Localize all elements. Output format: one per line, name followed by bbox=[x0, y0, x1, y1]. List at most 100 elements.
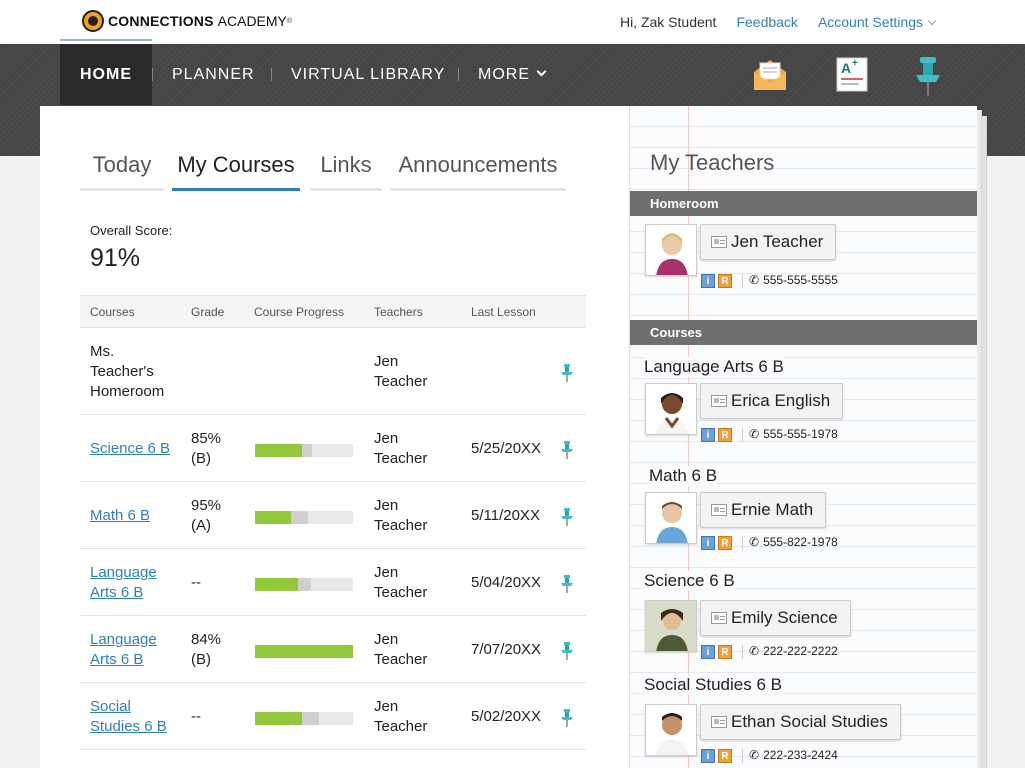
nav-more[interactable]: MORE bbox=[478, 44, 547, 105]
svg-text:A: A bbox=[841, 60, 851, 76]
course-link-line: Arts 6 B bbox=[90, 651, 144, 668]
course-link-line: Language bbox=[90, 564, 157, 581]
teacher-avatar[interactable] bbox=[645, 704, 697, 756]
progress-pending bbox=[291, 511, 308, 524]
resource-icon[interactable]: R bbox=[718, 749, 732, 763]
teacher-contact-button[interactable]: Erica English bbox=[700, 383, 844, 419]
teacher-avatar[interactable] bbox=[645, 600, 697, 652]
teacher-phone: ✆ 222-233-2424 bbox=[742, 748, 838, 763]
teacher-name: Ernie Math bbox=[731, 500, 814, 519]
teacher-name: Jen Teacher bbox=[374, 563, 427, 603]
courses-header: Courses bbox=[630, 320, 977, 345]
teacher-mini-icons: iR bbox=[701, 749, 732, 763]
teacher-name-line: Teacher bbox=[374, 450, 428, 467]
course-link-line: Studies 6 B bbox=[90, 718, 167, 735]
course-name: Ms. Teacher's Homeroom bbox=[90, 342, 164, 402]
teacher-mini-icons: iR bbox=[701, 645, 732, 659]
contact-card-icon bbox=[711, 504, 727, 516]
chevron-down-icon bbox=[536, 66, 547, 77]
teacher-photo-icon bbox=[646, 601, 696, 651]
phone-icon: ✆ bbox=[749, 427, 760, 441]
nav-virtual-library[interactable]: VIRTUAL LIBRARY bbox=[291, 44, 445, 105]
teacher-name-line: Teacher bbox=[374, 718, 428, 735]
pin-course-icon[interactable] bbox=[561, 364, 573, 382]
resource-icon[interactable]: R bbox=[718, 428, 732, 442]
tab-today[interactable]: Today bbox=[80, 146, 164, 191]
teacher-name-line: Jen bbox=[374, 353, 399, 370]
grade-letter: (B) bbox=[191, 450, 211, 467]
phone-icon: ✆ bbox=[749, 535, 760, 549]
nav-divider bbox=[271, 68, 272, 81]
header-course-progress: Course Progress bbox=[254, 305, 345, 319]
nav-planner[interactable]: PLANNER bbox=[172, 44, 255, 105]
last-lesson-date: 5/25/20XX bbox=[471, 440, 542, 457]
grade: 85% (B) bbox=[191, 429, 221, 469]
course-link-line: Language bbox=[90, 631, 157, 648]
tab-my-courses[interactable]: My Courses bbox=[172, 146, 300, 191]
phone-number: 222-222-2222 bbox=[763, 644, 838, 658]
mail-icon[interactable] bbox=[751, 56, 789, 94]
teacher-avatar[interactable] bbox=[645, 224, 697, 276]
teacher-name-line: Jen bbox=[374, 564, 399, 581]
course-link-language-arts[interactable]: Language Arts 6 B bbox=[90, 630, 157, 670]
sidebar-page-edge bbox=[977, 110, 982, 768]
pin-course-icon[interactable] bbox=[561, 642, 573, 660]
teacher-name-line: Teacher bbox=[374, 373, 428, 390]
grade-percent: -- bbox=[191, 708, 201, 725]
contact-card-icon bbox=[711, 236, 727, 248]
teacher-photo-icon bbox=[656, 233, 688, 275]
table-row: Math 6 B 95% (A) Jen Teacher 5/11/20XX bbox=[80, 482, 586, 549]
grade-percent: -- bbox=[191, 574, 201, 591]
teacher-contact-button[interactable]: Ernie Math bbox=[700, 492, 827, 528]
course-link-math[interactable]: Math 6 B bbox=[90, 506, 150, 526]
pin-icon[interactable] bbox=[913, 56, 943, 98]
teacher-avatar[interactable] bbox=[645, 492, 697, 544]
pin-course-icon[interactable] bbox=[561, 508, 573, 526]
phone-icon: ✆ bbox=[749, 748, 760, 762]
pin-course-icon[interactable] bbox=[561, 709, 573, 727]
logo-name-bold: CONNECTIONS bbox=[108, 13, 214, 29]
last-lesson-date: 5/04/20XX bbox=[471, 574, 542, 591]
teacher-avatar[interactable] bbox=[645, 383, 697, 435]
tab-announcements[interactable]: Announcements bbox=[390, 146, 566, 191]
teacher-name: Jen Teacher bbox=[374, 352, 427, 392]
overall-score-label: Overall Score: bbox=[90, 223, 173, 238]
teacher-name-line: Teacher bbox=[374, 651, 428, 668]
divider bbox=[742, 427, 743, 442]
info-icon[interactable]: i bbox=[701, 536, 715, 550]
course-link-language-arts[interactable]: Language Arts 6 B bbox=[90, 563, 157, 603]
nav-home[interactable]: HOME bbox=[60, 44, 152, 105]
teacher-name-line: Jen bbox=[374, 631, 399, 648]
course-link-social-studies[interactable]: Social Studies 6 B bbox=[90, 697, 167, 737]
grade: 95% (A) bbox=[191, 496, 221, 536]
grades-icon[interactable]: A + bbox=[835, 56, 869, 94]
account-settings-link[interactable]: Account Settings bbox=[818, 14, 937, 30]
info-icon[interactable]: i bbox=[701, 274, 715, 288]
tab-links[interactable]: Links bbox=[310, 146, 382, 191]
resource-icon[interactable]: R bbox=[718, 536, 732, 550]
teacher-contact-button[interactable]: Emily Science bbox=[700, 600, 851, 636]
info-icon[interactable]: i bbox=[701, 428, 715, 442]
connections-academy-logo[interactable]: CONNECTIONS ACADEMY ® bbox=[82, 10, 292, 32]
chevron-down-icon bbox=[927, 16, 937, 26]
pin-course-icon[interactable] bbox=[561, 575, 573, 593]
teacher-contact-button[interactable]: Ethan Social Studies bbox=[700, 704, 901, 740]
grade-percent: 85% bbox=[191, 430, 222, 447]
course-link-science[interactable]: Science 6 B bbox=[90, 439, 170, 459]
contact-card-icon bbox=[711, 395, 727, 407]
progress-fill bbox=[255, 511, 291, 524]
teacher-name: Jen Teacher bbox=[374, 697, 427, 737]
pin-course-icon[interactable] bbox=[561, 441, 573, 459]
resource-icon[interactable]: R bbox=[718, 274, 732, 288]
course-name-line: Ms. bbox=[90, 343, 115, 360]
teacher-phone: ✆ 555-555-1978 bbox=[742, 427, 838, 442]
phone-number: 555-555-5555 bbox=[763, 273, 838, 287]
resource-icon[interactable]: R bbox=[718, 645, 732, 659]
teacher-contact-button[interactable]: Jen Teacher bbox=[700, 224, 837, 260]
teacher-name-line: Jen bbox=[374, 497, 399, 514]
feedback-link[interactable]: Feedback bbox=[736, 14, 797, 30]
info-icon[interactable]: i bbox=[701, 645, 715, 659]
my-teachers-panel: My Teachers Homeroom Jen Teacher iR ✆ 555… bbox=[629, 106, 977, 768]
divider bbox=[742, 644, 743, 659]
info-icon[interactable]: i bbox=[701, 749, 715, 763]
